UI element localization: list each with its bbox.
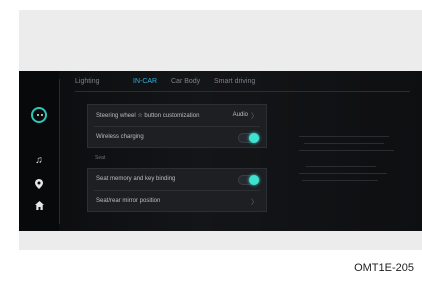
settings-card-seat: Seat memory and key binding Seat/rear mi…: [87, 168, 267, 212]
wireless-charging-label: Wireless charging: [96, 134, 144, 140]
seat-section-label: Seat: [95, 155, 106, 161]
toggle-knob: [249, 175, 259, 185]
settings-card-general: Steering wheel ☆ button customization Au…: [87, 104, 267, 148]
home-icon[interactable]: [19, 201, 59, 213]
chevron-right-icon: 〉: [251, 199, 258, 206]
sidebar-divider: [59, 79, 60, 224]
wireless-charging-row: Wireless charging: [88, 127, 266, 149]
toggle-knob: [249, 133, 259, 143]
seat-mirror-position-label: Seat/rear mirror position: [96, 198, 161, 204]
tab-bar-divider: [75, 91, 410, 92]
seat-memory-row: Seat memory and key binding: [88, 169, 266, 191]
infotainment-screen: ♫ Lighting IN-CAR Car Body Smart driving…: [19, 71, 422, 231]
blurred-detail-panel: [294, 131, 404, 191]
music-icon[interactable]: ♫: [19, 156, 59, 166]
location-icon[interactable]: [19, 179, 59, 192]
wireless-charging-toggle[interactable]: [238, 133, 260, 143]
chevron-right-icon: 〉: [251, 113, 258, 120]
steering-wheel-label: Steering wheel ☆ button customization: [96, 113, 200, 119]
seat-memory-label: Seat memory and key binding: [96, 176, 176, 182]
steering-wheel-value: Audio: [232, 112, 248, 118]
seat-mirror-position-row[interactable]: Seat/rear mirror position 〉: [88, 191, 266, 213]
tab-lighting[interactable]: Lighting: [75, 78, 100, 85]
tab-smart-driving[interactable]: Smart driving: [214, 78, 255, 85]
steering-wheel-customization-row[interactable]: Steering wheel ☆ button customization Au…: [88, 105, 266, 127]
avatar[interactable]: [31, 107, 47, 123]
seat-memory-toggle[interactable]: [238, 175, 260, 185]
figure-code: OMT1E-205: [354, 262, 414, 274]
sidebar: ♫: [19, 71, 59, 231]
tab-in-car[interactable]: IN-CAR: [133, 78, 157, 85]
tab-car-body[interactable]: Car Body: [171, 78, 200, 85]
